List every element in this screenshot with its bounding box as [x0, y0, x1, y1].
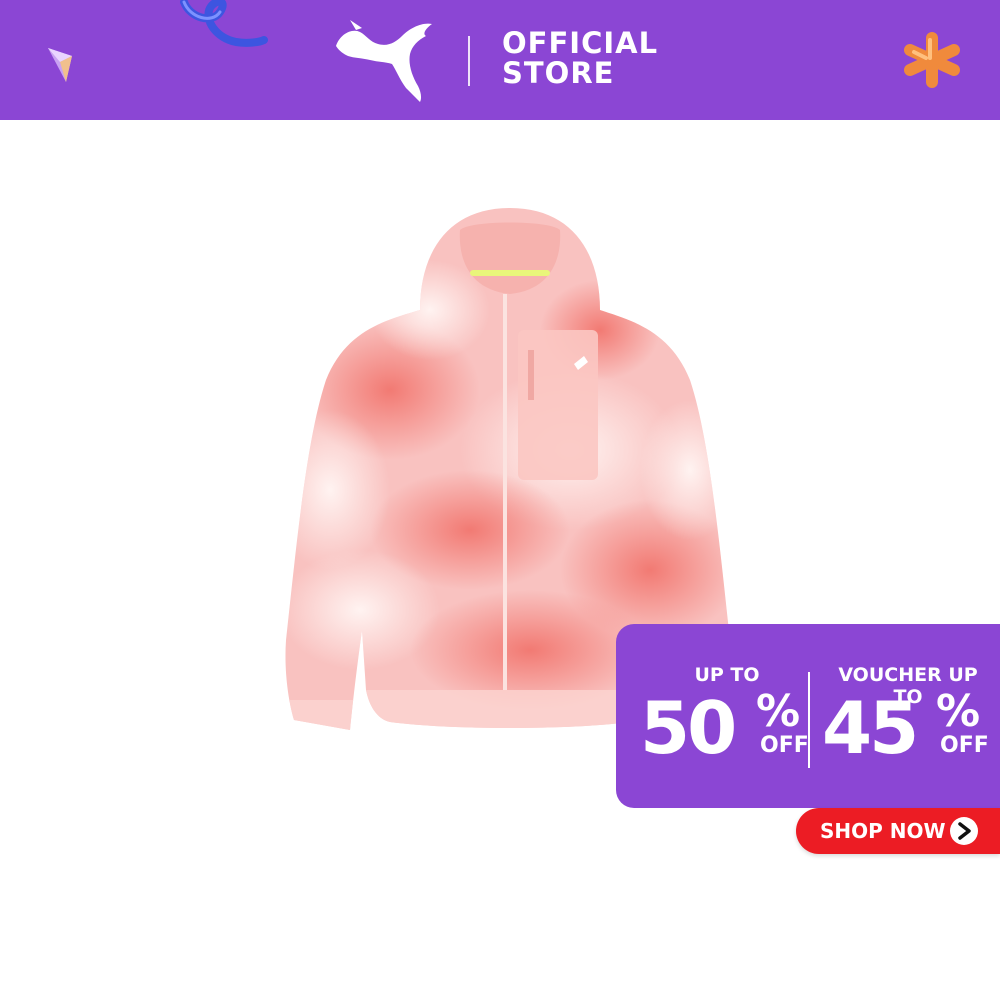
official-store-label: OFFICIAL STORE	[502, 28, 658, 88]
discount-percent: %	[756, 686, 801, 737]
store-line-2: STORE	[502, 56, 615, 90]
shop-now-button[interactable]: SHOP NOW	[796, 808, 1000, 854]
discount-value: 50	[640, 686, 737, 770]
voucher-suffix: OFF	[940, 733, 989, 758]
promo-divider	[808, 672, 810, 768]
header-divider	[468, 36, 470, 86]
orange-asterisk-icon	[904, 32, 960, 88]
voucher-value: 45	[822, 686, 919, 770]
chevron-right-icon	[950, 817, 978, 845]
store-header: OFFICIAL STORE	[0, 0, 1000, 120]
blue-squiggle-icon	[180, 0, 268, 47]
puma-cat-logo-icon	[336, 20, 432, 103]
discount-label: UP TO	[694, 664, 760, 686]
voucher-block: VOUCHER UP TO 45 % OFF	[822, 624, 994, 808]
brand-logo	[330, 14, 450, 106]
store-line-1: OFFICIAL	[502, 26, 659, 60]
voucher-percent: %	[936, 686, 981, 737]
promo-banner: UP TO 50 % OFF VOUCHER UP TO 45 % OFF	[616, 624, 1000, 808]
discount-suffix: OFF	[760, 733, 809, 758]
discount-block: UP TO 50 % OFF	[634, 624, 820, 808]
shop-now-label: SHOP NOW	[820, 819, 946, 843]
purple-gem-icon	[48, 48, 72, 82]
